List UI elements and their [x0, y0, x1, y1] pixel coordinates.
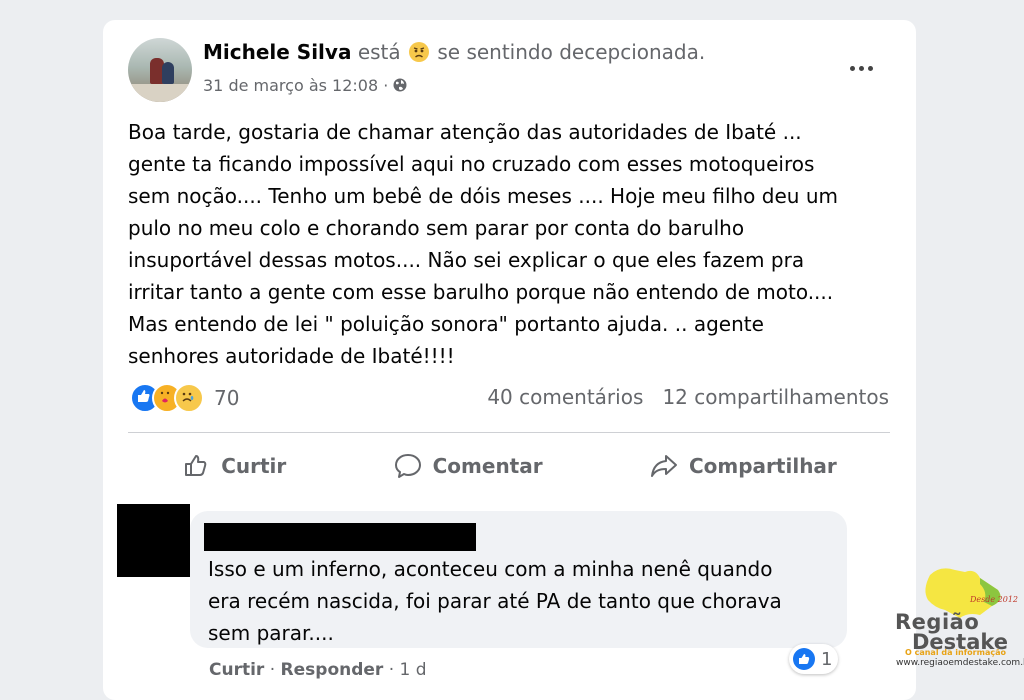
- author-name[interactable]: Michele Silva: [203, 40, 351, 64]
- speech-bubble-icon: [394, 454, 421, 478]
- redacted-commenter-name: [204, 523, 476, 551]
- share-button-label: Compartilhar: [688, 454, 837, 478]
- feeling-prefix: está: [357, 40, 401, 64]
- post-text: Boa tarde, gostaria de chamar atenção da…: [128, 120, 838, 368]
- comment-reaction-summary[interactable]: 1: [789, 644, 839, 674]
- comment-text: Isso e um inferno, aconteceu com a minha…: [208, 557, 782, 645]
- logo-tagline: O canal da informação: [905, 648, 1006, 657]
- comment-like-link[interactable]: Curtir: [209, 660, 264, 680]
- author-avatar[interactable]: [128, 38, 192, 102]
- comment-button-label: Comentar: [432, 454, 543, 478]
- like-button-label: Curtir: [221, 454, 287, 478]
- post-actions-bar: Curtir Comentar Compartilhar: [128, 444, 890, 488]
- like-button[interactable]: Curtir: [181, 451, 286, 481]
- post-meta: 31 de março às 12:08 ·: [203, 76, 407, 95]
- sad-reaction-icon: [174, 383, 204, 413]
- shares-count-link[interactable]: 12 compartilhamentos: [662, 385, 889, 409]
- share-button[interactable]: Compartilhar: [649, 451, 837, 481]
- logo-url: www.regiaoemdestake.com.br: [896, 658, 1024, 668]
- post-stats: 40 comentários 12 compartilhamentos: [487, 385, 889, 409]
- comments-count-link[interactable]: 40 comentários: [487, 385, 643, 409]
- reaction-summary[interactable]: 70: [130, 383, 239, 413]
- post-header: Michele Silva está se sentindo decepcion…: [203, 40, 705, 64]
- comment-bubble: Isso e um inferno, aconteceu com a minha…: [190, 511, 847, 648]
- globe-icon[interactable]: [393, 77, 407, 92]
- comment-actions: Curtir · Responder · 1 d: [209, 660, 427, 680]
- disappointed-emoji-icon: [409, 42, 429, 62]
- redacted-commenter-avatar: [117, 504, 190, 577]
- feeling-text: se sentindo decepcionada.: [437, 40, 706, 64]
- like-reaction-icon: [793, 648, 815, 670]
- comment-reaction-count: 1: [821, 648, 833, 670]
- comment-age[interactable]: · 1 d: [389, 660, 427, 680]
- comment-button[interactable]: Comentar: [393, 451, 543, 481]
- reaction-count: 70: [214, 386, 240, 410]
- comment-reply-link[interactable]: Responder: [281, 660, 384, 680]
- post-timestamp[interactable]: 31 de março às 12:08 ·: [203, 76, 388, 95]
- more-options-icon[interactable]: [843, 56, 879, 80]
- share-arrow-icon: [650, 455, 677, 477]
- logo-badge: Desde 2012: [969, 595, 1018, 604]
- action-divider: [128, 432, 890, 433]
- thumbs-up-icon: [185, 455, 207, 476]
